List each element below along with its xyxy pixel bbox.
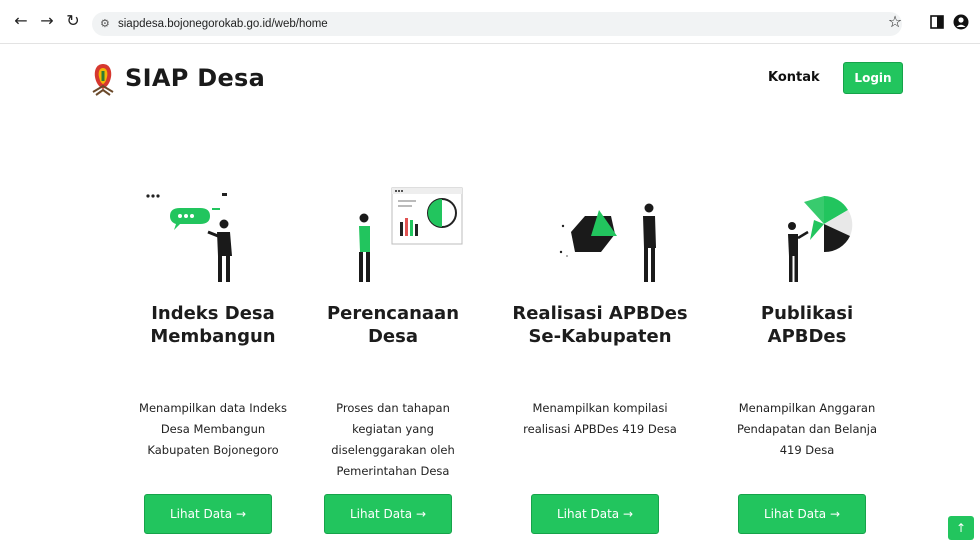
card-desc-line: Menampilkan kompilasi	[532, 401, 668, 415]
card-title-line: APBDes	[767, 326, 847, 347]
profile-icon[interactable]	[950, 11, 972, 33]
card-desc-line: Pendapatan dan Belanja	[736, 422, 878, 436]
back-arrow-icon[interactable]: ←	[10, 10, 32, 32]
card-title-line: Publikasi	[760, 303, 854, 324]
card-title: Indeks Desa Membangun	[110, 302, 316, 348]
card-desc-line: kegiatan yang	[352, 422, 434, 436]
login-button[interactable]: Login	[843, 62, 903, 94]
card-desc-line: Proses dan tahapan	[336, 401, 450, 415]
side-panel-icon[interactable]	[926, 11, 948, 33]
card-title-line: Realisasi APBDes	[512, 303, 688, 324]
card-desc-line: Menampilkan data Indeks	[139, 401, 287, 415]
nav-kontak-link[interactable]: Kontak	[768, 70, 820, 85]
card-description: Menampilkan kompilasi realisasi APBDes 4…	[497, 398, 703, 440]
card-desc-line: Pemerintahan Desa	[336, 464, 450, 478]
card-description: Menampilkan data Indeks Desa Membangun K…	[110, 398, 316, 461]
card-desc-line: Kabupaten Bojonegoro	[147, 443, 279, 457]
bookmark-star-icon[interactable]: ☆	[884, 11, 906, 33]
site-brand[interactable]: SIAP Desa	[125, 64, 265, 92]
card-title: Perencanaan Desa	[290, 302, 496, 348]
lihat-data-button[interactable]: Lihat Data →	[738, 494, 866, 534]
card-title: Publikasi APBDes	[704, 302, 910, 348]
person-shapes-illustration	[559, 203, 656, 282]
card-desc-line: Desa Membangun	[160, 422, 266, 436]
person-pie-chart-illustration	[788, 196, 853, 282]
browser-toolbar: ← → ↻ ⚙ siapdesa.bojonegorokab.go.id/web…	[0, 0, 980, 44]
card-desc-line: realisasi APBDes 419 Desa	[523, 422, 677, 436]
card-desc-line: Menampilkan Anggaran	[738, 401, 876, 415]
person-dashboard-illustration	[359, 187, 463, 282]
card-description: Proses dan tahapan kegiatan yang diselen…	[290, 398, 496, 482]
card-title-line: Desa	[367, 326, 418, 347]
lihat-data-button[interactable]: Lihat Data →	[144, 494, 272, 534]
reload-icon[interactable]: ↻	[62, 10, 84, 32]
card-title-line: Se-Kabupaten	[528, 326, 672, 347]
lihat-data-button[interactable]: Lihat Data →	[531, 494, 659, 534]
lihat-data-button[interactable]: Lihat Data →	[324, 494, 452, 534]
card-description: Menampilkan Anggaran Pendapatan dan Bela…	[704, 398, 910, 461]
card-title-line: Membangun	[150, 326, 276, 347]
bojonegoro-emblem-icon[interactable]	[90, 62, 116, 96]
card-title-line: Perencanaan	[326, 303, 460, 324]
card-title: Realisasi APBDes Se-Kabupaten	[497, 302, 703, 348]
url-text[interactable]: siapdesa.bojonegorokab.go.id/web/home	[118, 13, 328, 35]
card-title-line: Indeks Desa	[151, 303, 275, 324]
site-info-icon[interactable]: ⚙	[100, 15, 114, 33]
card-desc-line: 419 Desa	[779, 443, 835, 457]
person-chat-illustration	[146, 193, 232, 282]
card-desc-line: diselenggarakan oleh	[331, 443, 455, 457]
forward-arrow-icon[interactable]: →	[36, 10, 58, 32]
back-to-top-arrow-up-icon[interactable]: ↑	[948, 516, 974, 540]
